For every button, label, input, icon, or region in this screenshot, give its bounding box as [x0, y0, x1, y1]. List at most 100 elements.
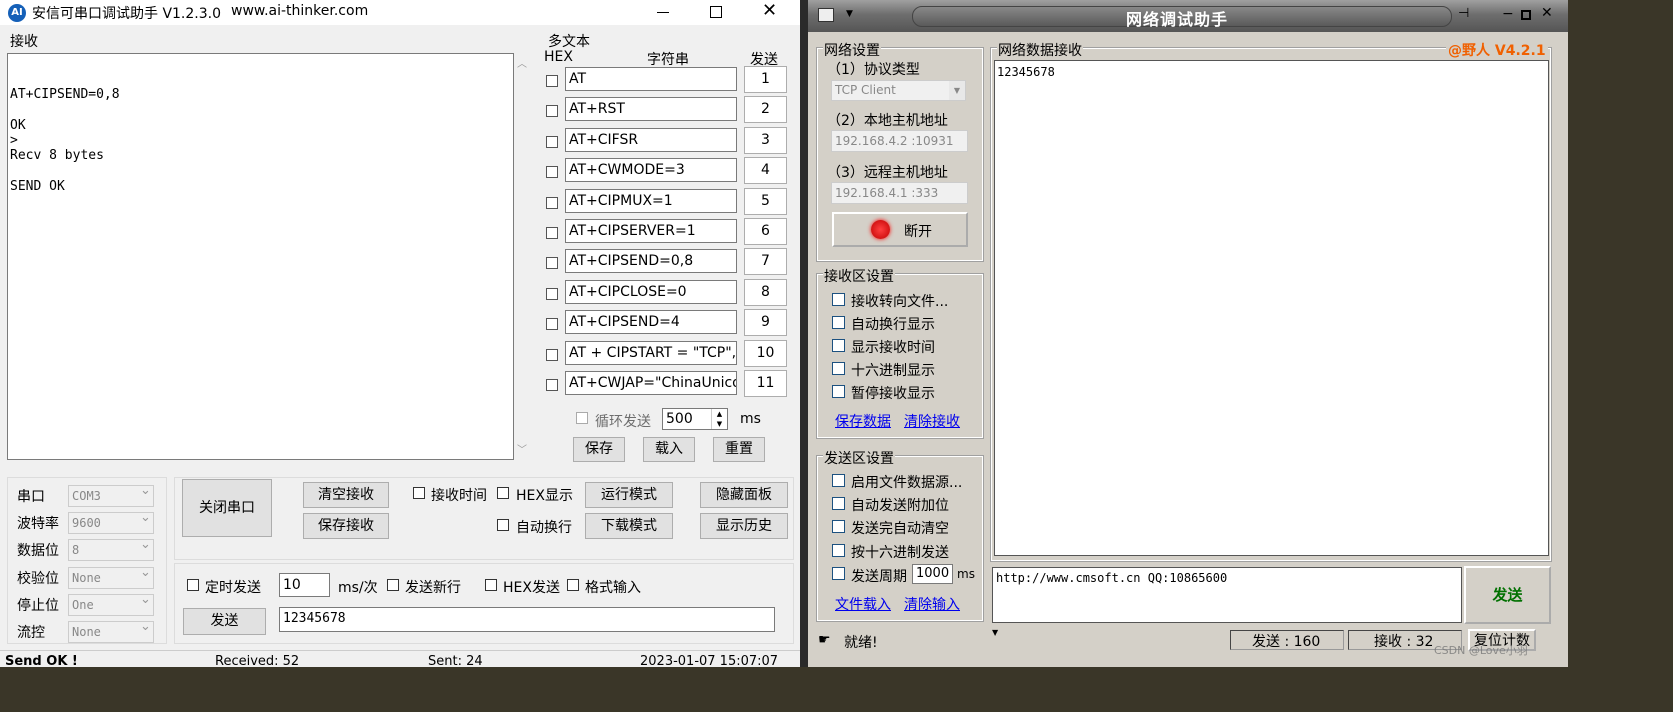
hex-checkbox[interactable]: [546, 135, 558, 148]
scroll-down-icon[interactable]: ﹀: [517, 441, 527, 456]
chevron-down-icon[interactable]: ⌄: [140, 537, 151, 552]
clear-recv-link[interactable]: 清除接收: [904, 411, 960, 431]
send-newline-checkbox[interactable]: [387, 579, 399, 591]
download-mode-button[interactable]: 下载模式: [585, 513, 673, 539]
multi-text-input[interactable]: AT+CIPSEND=4: [565, 310, 737, 335]
show-history-button[interactable]: 显示历史: [700, 513, 788, 539]
multi-send-button[interactable]: 10: [744, 339, 787, 367]
clear-receive-button[interactable]: 清空接收: [303, 482, 389, 508]
minimize-icon[interactable]: [657, 12, 669, 13]
receive-area[interactable]: AT+CIPSEND=0,8 OK > Recv 8 bytes SEND OK: [7, 53, 514, 460]
hex-checkbox[interactable]: [546, 227, 558, 239]
receive-scrollbar[interactable]: ︿ ﹀: [514, 53, 530, 460]
hex-checkbox[interactable]: [546, 287, 558, 300]
scroll-up-icon[interactable]: ︿: [517, 55, 527, 70]
hex-checkbox[interactable]: [546, 318, 558, 331]
net-send-button[interactable]: 发送: [1464, 566, 1551, 624]
send-input[interactable]: 12345678: [279, 607, 775, 632]
proto-select[interactable]: TCP Client: [831, 80, 966, 101]
run-mode-button[interactable]: 运行模式: [585, 482, 673, 508]
chevron-down-icon[interactable]: ▼: [949, 81, 965, 100]
chevron-down-icon[interactable]: ⌄: [140, 483, 151, 498]
hex-checkbox[interactable]: [546, 105, 558, 118]
multi-send-button[interactable]: 6: [744, 218, 787, 245]
save-button[interactable]: 保存: [573, 437, 625, 462]
chevron-down-icon[interactable]: ⌄: [140, 619, 151, 634]
multi-send-button[interactable]: 9: [744, 309, 787, 337]
multi-text-input[interactable]: AT+CIPCLOSE=0: [565, 279, 737, 304]
send-option-checkbox[interactable]: [832, 543, 845, 557]
format-input-checkbox[interactable]: [567, 579, 579, 591]
net-send-input[interactable]: http://www.cmsoft.cn QQ:10865600: [992, 567, 1462, 623]
loop-spinner[interactable]: ▲ ▼: [711, 409, 727, 429]
hex-checkbox[interactable]: [546, 196, 558, 209]
multi-text-input[interactable]: AT+CWJAP="ChinaUnicon: [565, 371, 737, 395]
send-option-checkbox[interactable]: [832, 497, 845, 511]
multi-send-button[interactable]: 3: [744, 126, 787, 154]
window-title: 安信可串口调试助手 V1.2.3.0: [32, 6, 222, 22]
multi-text-input[interactable]: AT + CIPSTART = "TCP",": [565, 340, 737, 365]
hex-checkbox[interactable]: [546, 379, 558, 391]
save-receive-button[interactable]: 保存接收: [303, 513, 389, 539]
hex-send-checkbox[interactable]: [485, 579, 497, 591]
dropdown-arrow-icon[interactable]: ▼: [992, 628, 998, 637]
send-button[interactable]: 发送: [183, 608, 266, 635]
multi-send-button[interactable]: 4: [744, 157, 787, 185]
chevron-down-icon[interactable]: ⌄: [140, 510, 151, 525]
load-button[interactable]: 载入: [643, 437, 695, 462]
system-menu-arrow-icon[interactable]: ▼: [846, 9, 853, 19]
maximize-icon[interactable]: [710, 6, 722, 18]
close-port-button[interactable]: 关闭串口: [182, 479, 272, 537]
auto-wrap-checkbox[interactable]: [497, 519, 509, 531]
multi-send-button[interactable]: 1: [744, 66, 787, 93]
timed-send-checkbox[interactable]: [187, 579, 199, 591]
send-period-input[interactable]: 1000: [912, 564, 953, 584]
hex-checkbox[interactable]: [546, 348, 558, 361]
period-input[interactable]: 10: [279, 573, 330, 597]
multi-text-input[interactable]: AT+CIPMUX=1: [565, 188, 737, 213]
system-menu-icon[interactable]: [818, 8, 834, 22]
close-icon[interactable]: ✕: [1541, 5, 1553, 21]
recv-option-checkbox[interactable]: [832, 362, 845, 375]
recv-time-checkbox[interactable]: [413, 487, 425, 499]
hide-panel-button[interactable]: 隐藏面板: [700, 482, 788, 508]
hex-checkbox[interactable]: [546, 166, 558, 179]
disconnect-button[interactable]: 断开: [832, 212, 968, 247]
multi-text-input[interactable]: AT+CIPSERVER=1: [565, 219, 737, 243]
multi-text-input[interactable]: AT: [565, 67, 737, 91]
file-load-link[interactable]: 文件载入: [835, 594, 891, 614]
multi-text-input[interactable]: AT+CIPSEND=0,8: [565, 249, 737, 274]
clear-input-link[interactable]: 清除输入: [904, 594, 960, 614]
reset-button[interactable]: 重置: [713, 437, 765, 462]
loop-send-checkbox[interactable]: [576, 412, 588, 424]
minimize-icon[interactable]: −: [1502, 6, 1514, 22]
multi-text-input[interactable]: AT+RST: [565, 97, 737, 122]
chevron-down-icon[interactable]: ⌄: [140, 565, 151, 580]
remote-addr-input[interactable]: 192.168.4.1 :333: [831, 182, 968, 204]
maximize-icon[interactable]: [1521, 10, 1531, 20]
data-recv-area[interactable]: 12345678: [994, 60, 1549, 556]
multi-text-input[interactable]: AT+CWMODE=3: [565, 158, 737, 183]
window-url: www.ai-thinker.com: [231, 3, 369, 19]
save-data-link[interactable]: 保存数据: [835, 411, 891, 431]
send-period-checkbox[interactable]: [832, 567, 845, 580]
recv-option-checkbox[interactable]: [832, 293, 845, 306]
chevron-down-icon[interactable]: ⌄: [140, 592, 151, 607]
send-option-checkbox[interactable]: [832, 520, 845, 534]
multi-send-button[interactable]: 8: [744, 278, 787, 306]
recv-option-checkbox[interactable]: [832, 316, 845, 329]
hex-checkbox[interactable]: [546, 257, 558, 270]
send-option-checkbox[interactable]: [832, 474, 845, 487]
hex-checkbox[interactable]: [546, 75, 558, 87]
close-icon[interactable]: ✕: [762, 0, 777, 21]
multi-send-button[interactable]: 7: [744, 248, 787, 276]
hex-show-checkbox[interactable]: [497, 487, 509, 499]
recv-option-checkbox[interactable]: [832, 339, 845, 352]
recv-option-checkbox[interactable]: [832, 385, 845, 398]
multi-send-button[interactable]: 5: [744, 187, 787, 215]
local-addr-input[interactable]: 192.168.4.2 :10931: [831, 130, 968, 152]
multi-send-button[interactable]: 11: [744, 370, 787, 397]
multi-send-button[interactable]: 2: [744, 96, 787, 124]
multi-text-input[interactable]: AT+CIFSR: [565, 127, 737, 152]
pin-icon[interactable]: ⊣: [1458, 6, 1469, 21]
